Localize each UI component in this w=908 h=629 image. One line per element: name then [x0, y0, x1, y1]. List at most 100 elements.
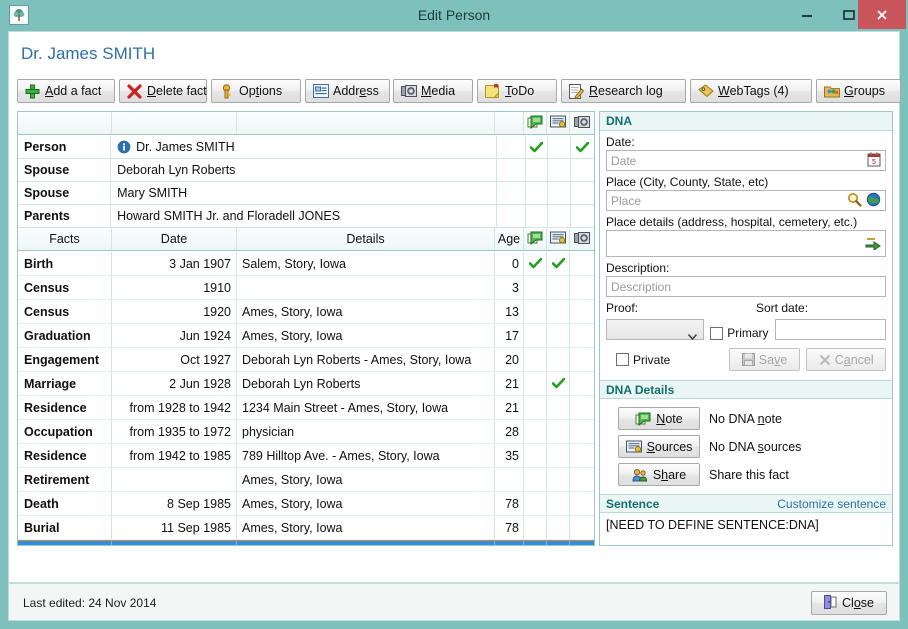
info-icon[interactable] — [117, 140, 131, 154]
fact-details: Deborah Lyn Roberts — [237, 372, 495, 395]
fact-flag — [524, 420, 547, 443]
table-row[interactable]: Residence from 1942 to 1985 789 Hilltop Av… — [18, 444, 594, 468]
place-input[interactable] — [606, 190, 886, 211]
private-checkbox[interactable]: Private — [616, 353, 723, 367]
calendar-icon[interactable]: 5 — [867, 152, 881, 167]
last-edited-text: Last edited: 24 Nov 2014 — [23, 596, 157, 610]
fact-age — [495, 468, 524, 491]
proof-label: Proof: — [606, 301, 639, 315]
fact-flag — [547, 252, 570, 275]
tag-icon — [697, 83, 714, 99]
table-row[interactable]: Engagement Oct 1927 Deborah Lyn Roberts - … — [18, 348, 594, 372]
checkmark-icon — [530, 141, 544, 153]
fact-date: from 1935 to 1972 — [112, 420, 237, 443]
fact-name: Death — [18, 492, 112, 515]
table-row[interactable]: Birth 3 Jan 1907 Salem, Story, Iowa 0 — [18, 252, 594, 276]
toolbar-button-todo[interactable]: ToDo — [477, 79, 557, 103]
dna-share-button[interactable]: Share — [618, 463, 700, 486]
fact-age: 28 — [495, 420, 524, 443]
dna-note-button-label: Note — [656, 411, 683, 426]
toolbar-button-groups[interactable]: Groups — [816, 79, 901, 103]
summary-row[interactable]: Parents Howard SMITH Jr. and Floradell JO… — [18, 205, 594, 228]
toolbar-button-delete-fact[interactable]: Delete fact — [119, 79, 207, 103]
dna-note-button[interactable]: Note — [618, 407, 700, 430]
table-row[interactable]: Occupation from 1935 to 1972 physician 28 — [18, 420, 594, 444]
toolbar-button-media[interactable]: Media — [393, 79, 473, 103]
customize-sentence-link[interactable]: Customize sentence — [777, 497, 886, 511]
date-input[interactable] — [606, 150, 886, 171]
fact-flag — [570, 300, 593, 323]
summary-row-flag — [526, 159, 549, 181]
globe-icon[interactable] — [866, 192, 881, 207]
summary-row-text: Dr. James SMITH — [136, 140, 235, 154]
checkmark-icon — [551, 258, 565, 269]
green-note-icon — [635, 412, 651, 426]
place-details-input[interactable] — [606, 230, 886, 257]
toolbar-button-label: Groups — [844, 83, 886, 98]
fact-flag — [524, 492, 547, 515]
fact-date: 2 Jun 1928 — [112, 372, 237, 395]
fact-date: 8 Sep 1985 — [112, 492, 237, 515]
dna-note-status: No DNA note — [709, 411, 782, 426]
table-row[interactable]: Graduation Jun 1924 Ames, Story, Iowa 17 — [18, 324, 594, 348]
checkmark-icon — [528, 258, 542, 269]
dna-sources-button[interactable]: Sources — [618, 435, 700, 458]
summary-header-blank-1 — [18, 112, 112, 134]
table-row[interactable]: Retirement Ames, Story, Iowa — [18, 468, 594, 492]
cancel-button[interactable]: Cancel — [806, 348, 886, 371]
table-row[interactable]: Census 1910 3 — [18, 276, 594, 300]
minimize-button[interactable] — [786, 0, 828, 29]
table-row[interactable]: Residence from 1928 to 1942 1234 Main Stre… — [18, 396, 594, 420]
summary-row-age — [497, 136, 526, 158]
summary-row[interactable]: Spouse Mary SMITH — [18, 182, 594, 205]
toolbar-button-webtags-4[interactable]: WebTags (4) — [690, 79, 812, 103]
fact-details: Ames, Story, Iowa — [237, 300, 495, 323]
close-button[interactable] — [858, 0, 906, 29]
fact-date — [112, 541, 237, 545]
facts-header-details: Details — [237, 228, 495, 250]
save-button[interactable]: Save — [728, 348, 801, 371]
toolbar-button-label: Delete fact — [147, 83, 207, 98]
proof-select[interactable] — [606, 319, 705, 341]
summary-header-note-column — [524, 112, 547, 134]
summary-row[interactable]: Spouse Deborah Lyn Roberts — [18, 159, 594, 182]
table-row[interactable]: Census 1920 Ames, Story, Iowa 13 — [18, 300, 594, 324]
toolbar-button-label: Address — [333, 83, 379, 98]
fact-date: 3 Jan 1907 — [112, 252, 237, 275]
table-row[interactable]: DNA — [18, 540, 594, 545]
summary-row[interactable]: Person Dr. James SMITH — [18, 136, 594, 159]
description-input[interactable] — [606, 276, 886, 297]
fact-flag — [547, 324, 570, 347]
fact-flag — [524, 324, 547, 347]
summary-row-flag — [526, 182, 549, 204]
magnifier-icon[interactable] — [847, 192, 862, 207]
toolbar-button-address[interactable]: Address — [305, 79, 390, 103]
toolbar-button-options[interactable]: Options — [211, 79, 301, 103]
green-arrow-icon[interactable] — [865, 236, 881, 250]
table-row[interactable]: Death 8 Sep 1985 Ames, Story, Iowa 78 — [18, 492, 594, 516]
toolbar-button-add-a-fact[interactable]: Add a fact — [17, 79, 115, 103]
place-group: Place (City, County, State, etc) — [600, 175, 892, 211]
facts-grid[interactable]: Person Dr. James SMITH Spouse Deborah Lyn R… — [17, 111, 595, 546]
private-checkbox-box — [616, 353, 629, 366]
toolbar-button-research-log[interactable]: Research log — [561, 79, 686, 103]
fact-age: 20 — [495, 348, 524, 371]
primary-checkbox[interactable]: Primary — [710, 326, 769, 340]
gold-key-icon — [218, 83, 235, 99]
fact-details: Ames, Story, Iowa — [237, 468, 495, 491]
sort-date-input[interactable] — [774, 319, 886, 340]
close-dialog-button[interactable]: Close — [811, 591, 887, 615]
chevron-down-icon — [688, 327, 698, 345]
summary-row-label: Spouse — [18, 182, 112, 204]
fact-age: 78 — [495, 516, 524, 539]
fact-name: Engagement — [18, 348, 112, 371]
summary-row-flag — [571, 205, 594, 227]
checkmark-icon — [551, 378, 565, 389]
facts-header-sources-column — [547, 228, 570, 250]
table-row[interactable]: Burial 11 Sep 1985 Ames, Story, Iowa 78 — [18, 516, 594, 540]
fact-name: Census — [18, 300, 112, 323]
fact-details: Salem, Story, Iowa — [237, 252, 495, 275]
table-row[interactable]: Marriage 2 Jun 1928 Deborah Lyn Roberts 21 — [18, 372, 594, 396]
fact-date: 1910 — [112, 276, 237, 299]
fact-date: Oct 1927 — [112, 348, 237, 371]
